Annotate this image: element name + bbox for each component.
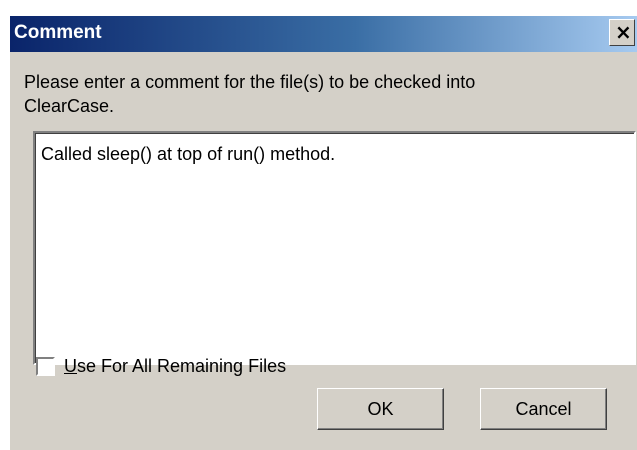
ok-button[interactable]: OK <box>317 388 444 430</box>
title-bar[interactable]: Comment × <box>10 16 637 52</box>
cancel-button[interactable]: Cancel <box>480 388 607 430</box>
prompt-line-2: ClearCase. <box>24 96 115 116</box>
use-for-all-mnemonic: U <box>64 356 77 376</box>
close-button[interactable]: × <box>609 19 635 46</box>
close-icon: × <box>615 20 632 44</box>
comment-dialog: Comment × Please enter a comment for the… <box>10 16 637 450</box>
use-for-all-label[interactable]: Use For All Remaining Files <box>64 355 286 377</box>
dialog-title: Comment <box>14 22 102 43</box>
comment-textarea[interactable]: Called sleep() at top of run() method. <box>33 131 636 365</box>
comment-text: Called sleep() at top of run() method. <box>41 144 336 164</box>
comment-textarea-inner <box>35 133 634 363</box>
use-for-all-checkbox[interactable] <box>36 357 55 376</box>
prompt-text: Please enter a comment for the file(s) t… <box>24 70 604 118</box>
prompt-line-1: Please enter a comment for the file(s) t… <box>24 72 476 92</box>
use-for-all-label-text: se For All Remaining Files <box>77 356 287 376</box>
